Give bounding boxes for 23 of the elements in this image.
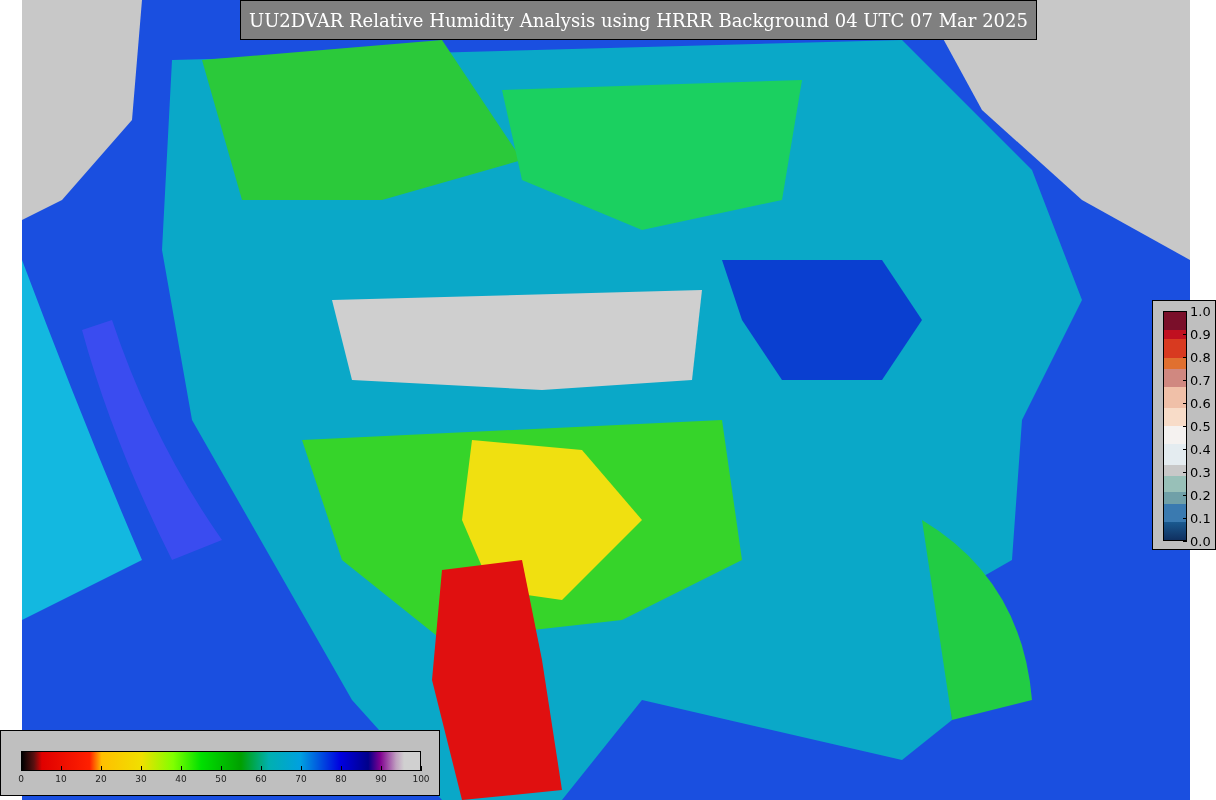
- tick-label: 50: [215, 774, 227, 785]
- tick-label: 90: [375, 774, 387, 785]
- tick-label: 10: [55, 774, 67, 785]
- tick-label: 20: [95, 774, 107, 785]
- tick-label: 0: [18, 774, 24, 785]
- tick-label: 0.8: [1190, 349, 1211, 365]
- tick-label: 0.4: [1190, 441, 1211, 457]
- tick-label: 0.5: [1190, 418, 1211, 434]
- tick-label: 60: [255, 774, 267, 785]
- tick-label: 70: [295, 774, 307, 785]
- tick-label: 0.9: [1190, 326, 1211, 342]
- tick-label: 0.3: [1190, 464, 1211, 480]
- tick-label: 0.2: [1190, 487, 1211, 503]
- tick-label: 100: [412, 774, 430, 785]
- tick-label: 0.0: [1190, 533, 1211, 549]
- tick-label: 0.1: [1190, 510, 1211, 526]
- tick-label: 0.7: [1190, 372, 1211, 388]
- tick-label: 40: [175, 774, 187, 785]
- chart-title: UU2DVAR Relative Humidity Analysis using HRRR Background 04 UTC 07 Mar 2025: [240, 0, 1037, 40]
- tick-label: 30: [135, 774, 147, 785]
- tick-label: 0.6: [1190, 395, 1211, 411]
- tick-label: 80: [335, 774, 347, 785]
- tick-label: 1.0: [1190, 303, 1211, 319]
